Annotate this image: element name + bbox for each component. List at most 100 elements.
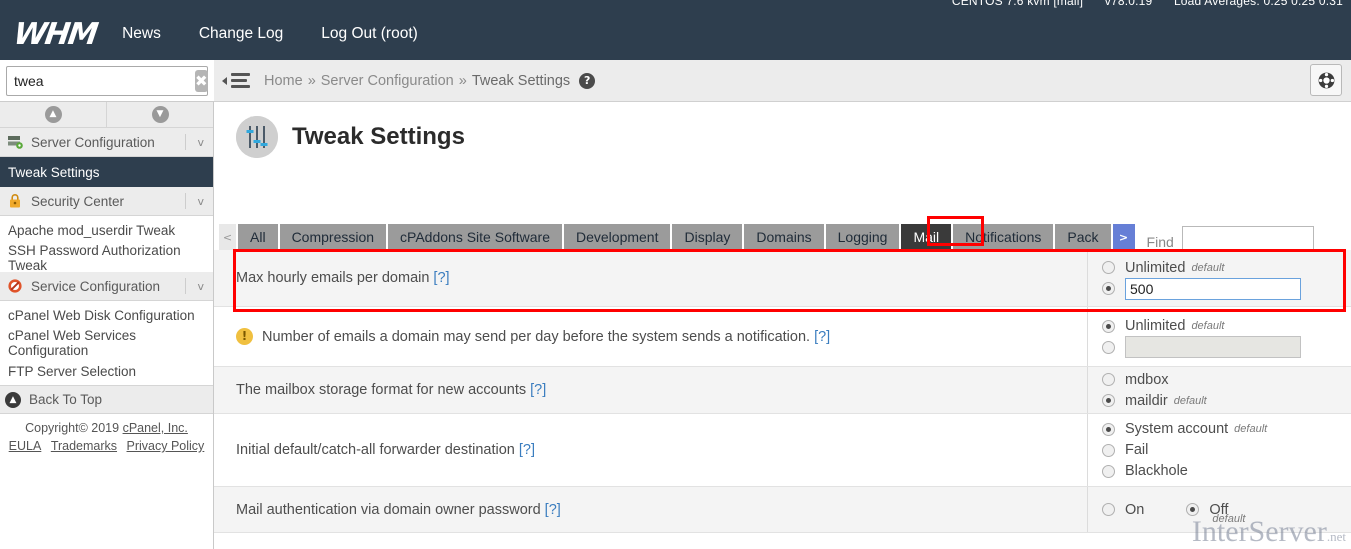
breadcrumb-separator-1: » — [308, 73, 316, 89]
on-off-group: On Off default — [1102, 499, 1351, 520]
radio-off[interactable] — [1186, 503, 1199, 516]
eula-link[interactable]: EULA — [9, 439, 42, 453]
radio-custom-value[interactable] — [1102, 341, 1115, 354]
nav-log-out[interactable]: Log Out (root) — [321, 25, 418, 43]
tabs-scroll-left-button[interactable]: < — [219, 224, 236, 250]
tab-display[interactable]: Display — [672, 224, 742, 250]
status-version: v78.0.19 — [1105, 0, 1153, 8]
radio-mdbox[interactable] — [1102, 373, 1115, 386]
privacy-policy-link[interactable]: Privacy Policy — [127, 439, 205, 453]
setting-help-link[interactable]: [?] — [814, 329, 830, 345]
tab-domains[interactable]: Domains — [744, 224, 823, 250]
option-unlimited[interactable]: Unlimited default — [1102, 257, 1351, 278]
radio-on[interactable] — [1102, 503, 1115, 516]
option-custom-value[interactable] — [1102, 337, 1351, 358]
sidebar-group-label: Server Configuration — [31, 135, 155, 150]
radio-system-account[interactable] — [1102, 423, 1115, 436]
tab-cpaddons-site-software[interactable]: cPAddons Site Software — [388, 224, 562, 250]
option-label: On — [1125, 502, 1144, 518]
sidebar-item-label: Apache mod_userdir Tweak — [8, 223, 175, 238]
support-lifering-button[interactable] — [1310, 64, 1342, 96]
option-on[interactable]: On — [1102, 499, 1144, 520]
sidebar-item-apache-mod-userdir-tweak[interactable]: Apache mod_userdir Tweak — [0, 216, 213, 244]
option-maildir[interactable]: maildir default — [1102, 390, 1351, 411]
setting-help-link[interactable]: [?] — [519, 442, 535, 458]
radio-blackhole[interactable] — [1102, 465, 1115, 478]
arrow-up-icon: ▲ — [5, 392, 21, 408]
sidebar-group-security-center[interactable]: Security Center v — [0, 187, 213, 216]
option-mdbox[interactable]: mdbox — [1102, 369, 1351, 390]
sidebar-scroll-down-button[interactable]: ▼ — [106, 102, 213, 127]
sidebar-item-label: FTP Server Selection — [8, 364, 136, 379]
option-system-account[interactable]: System account default — [1102, 419, 1351, 440]
tab-all[interactable]: All — [238, 224, 278, 250]
sidebar-item-tweak-settings[interactable]: Tweak Settings — [0, 157, 213, 187]
tabs-scroll-right-button[interactable]: > — [1113, 224, 1135, 250]
chevron-down-icon[interactable]: v — [197, 280, 204, 293]
tab-mail[interactable]: Mail — [901, 224, 951, 250]
search-input[interactable] — [7, 68, 195, 94]
chevron-down-icon[interactable]: v — [197, 195, 204, 208]
trademarks-link[interactable]: Trademarks — [51, 439, 117, 453]
radio-maildir[interactable] — [1102, 394, 1115, 407]
breadcrumb-server-configuration[interactable]: Server Configuration — [321, 73, 454, 89]
sidebar-item-ftp-server-selection[interactable]: FTP Server Selection — [0, 357, 213, 385]
option-label: mdbox — [1125, 372, 1169, 388]
option-unlimited[interactable]: Unlimited default — [1102, 316, 1351, 337]
tab-compression[interactable]: Compression — [280, 224, 386, 250]
status-load: Load Averages: 0.25 0.25 0.31 — [1174, 0, 1343, 8]
radio-unlimited[interactable] — [1102, 261, 1115, 274]
nav-change-log[interactable]: Change Log — [199, 25, 283, 43]
option-custom-value[interactable] — [1102, 278, 1351, 299]
clear-search-icon[interactable]: ✖ — [195, 70, 208, 92]
sidebar-item-cpanel-web-services-configuration[interactable]: cPanel Web Services Configuration — [0, 329, 213, 357]
settings-list: Max hourly emails per domain [?] Unlimit… — [214, 250, 1351, 533]
sidebar-item-label: cPanel Web Services Configuration — [8, 328, 213, 358]
tab-packages[interactable]: Pack — [1055, 224, 1110, 250]
sidebar-scroll-up-button[interactable]: ▲ — [0, 102, 106, 127]
find-input[interactable] — [1182, 226, 1314, 250]
nav-news[interactable]: News — [122, 25, 161, 43]
server-config-icon — [7, 134, 23, 150]
max-hourly-emails-input[interactable] — [1125, 278, 1301, 300]
radio-fail[interactable] — [1102, 444, 1115, 457]
sidebar-scroll-controls: ▲ ▼ — [0, 102, 213, 128]
tab-notifications[interactable]: Notifications — [953, 224, 1053, 250]
collapse-sidebar-icon[interactable] — [228, 73, 250, 89]
emails-per-day-input[interactable] — [1125, 336, 1301, 358]
setting-label: ! Number of emails a domain may send per… — [214, 307, 1088, 366]
setting-label: The mailbox storage format for new accou… — [214, 367, 1088, 413]
option-blackhole[interactable]: Blackhole — [1102, 461, 1351, 482]
tab-development[interactable]: Development — [564, 224, 671, 250]
server-status-text: CENTOS 7.6 kvm [mail] v78.0.19 Load Aver… — [934, 0, 1343, 8]
chevron-down-icon[interactable]: v — [197, 136, 204, 149]
sidebar-item-ssh-password-authorization-tweak[interactable]: SSH Password Authorization Tweak — [0, 244, 213, 272]
option-off[interactable]: Off default — [1186, 499, 1267, 520]
breadcrumb-home[interactable]: Home — [264, 73, 303, 89]
setting-row-mailbox-storage-format: The mailbox storage format for new accou… — [214, 367, 1351, 414]
sidebar-group-service-configuration[interactable]: Service Configuration v — [0, 272, 213, 301]
sidebar-item-cpanel-web-disk-configuration[interactable]: cPanel Web Disk Configuration — [0, 301, 213, 329]
back-to-top-button[interactable]: ▲ Back To Top — [0, 385, 213, 414]
option-label: Unlimited — [1125, 318, 1185, 334]
setting-help-link[interactable]: [?] — [530, 382, 546, 398]
page-title: Tweak Settings — [292, 123, 465, 151]
option-label: System account — [1125, 421, 1228, 437]
sidebar-group-server-configuration[interactable]: Server Configuration v — [0, 128, 213, 157]
radio-custom-value[interactable] — [1102, 282, 1115, 295]
tab-logging[interactable]: Logging — [826, 224, 900, 250]
sidebar-group-label: Security Center — [31, 194, 124, 209]
help-icon[interactable]: ? — [579, 73, 595, 89]
setting-help-link[interactable]: [?] — [545, 502, 561, 518]
default-note: default — [1191, 320, 1224, 332]
sidebar-item-label: SSH Password Authorization Tweak — [8, 243, 213, 273]
setting-help-link[interactable]: [?] — [433, 270, 449, 286]
default-note: default — [1234, 423, 1267, 435]
cpanel-inc-link[interactable]: cPanel, Inc. — [123, 421, 188, 435]
back-to-top-label: Back To Top — [29, 392, 102, 407]
option-fail[interactable]: Fail — [1102, 440, 1351, 461]
sidebar-item-label: Tweak Settings — [8, 165, 100, 180]
radio-unlimited[interactable] — [1102, 320, 1115, 333]
whm-logo: WHM — [12, 17, 99, 52]
setting-label-text: The mailbox storage format for new accou… — [236, 382, 526, 398]
